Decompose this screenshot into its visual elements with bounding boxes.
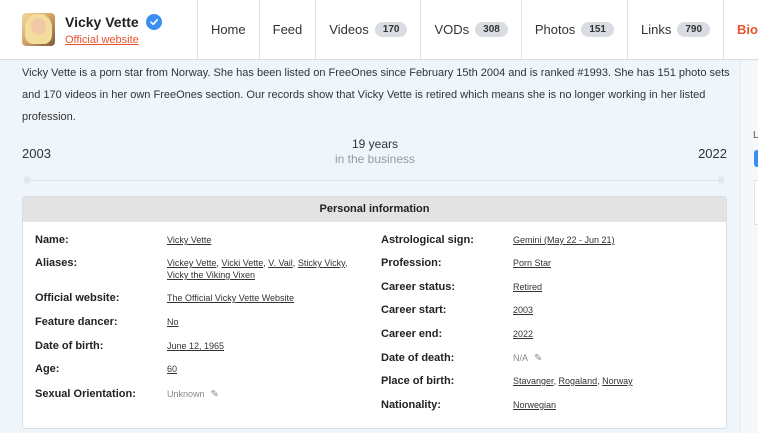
official-website-value-link[interactable]: The Official Vicky Vette Website [167,293,294,303]
info-row-profession: Profession: Porn Star [381,257,551,269]
side-panel-edge [740,60,758,433]
info-row-aliases: Aliases: Vickey Vette, Vicki Vette, V. V… [35,257,348,281]
info-label: Career end: [381,328,443,340]
info-label: Place of birth: [381,375,455,387]
timeline-duration: 19 years in the business [300,137,450,167]
date-of-birth-link[interactable]: June 12, 1965 [167,341,224,351]
info-row-date-of-death: Date of death: N/A ✎ [381,352,542,365]
bio-text: Vicky Vette is a porn star from Norway. … [22,67,730,123]
info-label: Official website: [35,292,120,304]
astrological-sign-link[interactable]: Gemini (May 22 - Jun 21) [513,235,615,245]
career-start-link[interactable]: 2003 [513,305,533,315]
info-label: Feature dancer: [35,316,118,328]
tab-bio-label: Bio [737,22,758,37]
personal-info-title: Personal information [23,197,726,222]
info-row-name: Name: Vicky Vette [35,234,211,246]
tab-vods[interactable]: VODs 308 [421,0,522,59]
vods-count-badge: 308 [475,22,508,37]
side-panel-button[interactable] [754,150,758,167]
side-panel-label: L [753,130,758,141]
videos-count-badge: 170 [374,22,408,37]
tab-feed-label: Feed [272,22,303,37]
pencil-edit-icon[interactable]: ✎ [534,353,542,365]
info-row-age: Age: 60 [35,363,177,375]
info-row-career-status: Career status: Retired [381,281,542,293]
info-label: Aliases: [35,257,78,269]
date-of-death-value: N/A [513,353,529,363]
alias-link[interactable]: Vickey Vette [167,258,216,268]
profile-nav: Home Feed Videos 170 VODs 308 Photos 151 Li… [198,0,758,59]
side-panel-box [754,180,758,225]
timeline-end-dot [717,176,725,184]
career-status-link[interactable]: Retired [513,282,542,292]
profile-header: Vicky Vette Official website Home Feed V… [0,0,758,60]
alias-link[interactable]: Vicki Vette [221,258,263,268]
alias-link[interactable]: Sticky Vicky [298,258,345,268]
profession-link[interactable]: Porn Star [513,258,551,268]
pencil-edit-icon[interactable]: ✎ [211,389,219,401]
timeline-start-dot [23,176,31,184]
timeline-track [26,180,722,181]
place-country-link[interactable]: Norway [602,376,633,386]
info-label: Age: [35,363,60,375]
tab-feed[interactable]: Feed [260,0,317,59]
avatar[interactable] [22,13,55,46]
tab-links[interactable]: Links 790 [628,0,725,59]
alias-link[interactable]: V. Vail [268,258,293,268]
info-label: Profession: [381,257,442,269]
timeline-duration-sub: in the business [334,152,416,166]
info-row-feature-dancer: Feature dancer: No [35,316,179,328]
age-link[interactable]: 60 [167,364,177,374]
sexual-orientation-value: Unknown [167,389,205,399]
tab-home[interactable]: Home [198,0,260,59]
info-row-astrological-sign: Astrological sign: Gemini (May 22 - Jun … [381,234,615,246]
info-label: Career start: [381,304,447,316]
career-end-link[interactable]: 2022 [513,329,533,339]
tab-videos-label: Videos [329,22,369,37]
timeline-start-year: 2003 [22,146,51,161]
info-label: Astrological sign: [381,234,474,246]
info-row-date-of-birth: Date of birth: June 12, 1965 [35,340,224,352]
links-count-badge: 790 [677,22,711,37]
feature-dancer-link[interactable]: No [167,317,179,327]
tab-photos[interactable]: Photos 151 [522,0,628,59]
name-block: Vicky Vette Official website [65,13,162,46]
info-row-place-of-birth: Place of birth: Stavanger, Rogaland, Nor… [381,375,633,387]
tab-photos-label: Photos [534,22,576,37]
info-label: Sexual Orientation: [35,388,136,400]
profile-name: Vicky Vette [65,13,139,30]
personal-info-card: Personal information Name: Vicky Vette A… [22,196,727,429]
nationality-link[interactable]: Norwegian [513,400,556,410]
place-city-link[interactable]: Stavanger [513,376,554,386]
info-label: Name: [35,234,69,246]
info-row-official-website: Official website: The Official Vicky Vet… [35,292,294,304]
name-link[interactable]: Vicky Vette [167,235,211,245]
info-label: Date of death: [381,352,455,364]
place-region-link[interactable]: Rogaland [559,376,598,386]
photos-count-badge: 151 [581,22,614,37]
info-row-career-start: Career start: 2003 [381,304,533,316]
aliases-value: Vickey Vette, Vicki Vette, V. Vail, Stic… [167,258,348,280]
tab-vods-label: VODs [434,22,470,37]
info-row-nationality: Nationality: Norwegian [381,399,556,411]
tab-home-label: Home [210,22,246,37]
alias-link[interactable]: Vicky the Viking Vixen [167,270,255,280]
profile-summary: Vicky Vette Official website [0,0,198,59]
tab-links-label: Links [641,22,672,37]
info-label: Date of birth: [35,340,104,352]
tab-bio[interactable]: Bio [724,0,758,59]
info-row-sexual-orientation: Sexual Orientation: Unknown ✎ [35,388,219,401]
info-label: Nationality: [381,399,441,411]
info-row-career-end: Career end: 2022 [381,328,533,340]
timeline-end-year: 2022 [698,146,727,161]
verified-check-icon [145,13,162,30]
info-label: Career status: [381,281,455,293]
timeline-duration-value: 19 years [351,137,399,151]
tab-videos[interactable]: Videos 170 [316,0,422,59]
official-website-link[interactable]: Official website [65,34,162,46]
